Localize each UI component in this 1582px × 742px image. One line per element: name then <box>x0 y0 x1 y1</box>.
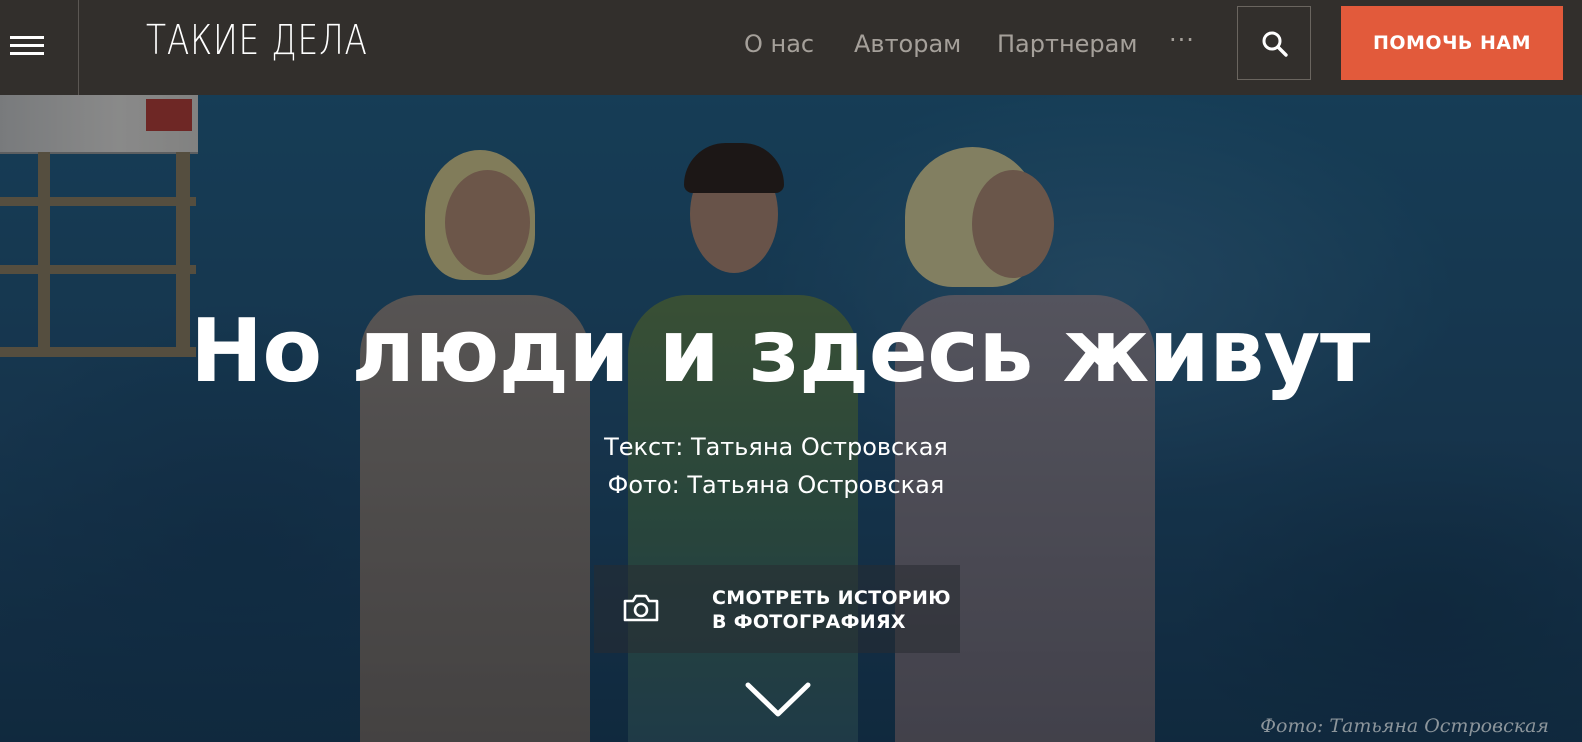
article-title: Но люди и здесь живут <box>190 300 1370 402</box>
view-photo-story-button[interactable]: СМОТРЕТЬ ИСТОРИЮ В ФОТОГРАФИЯХ <box>594 565 960 653</box>
nav-authors[interactable]: Авторам <box>854 30 961 58</box>
site-logo[interactable]: ТАКИЕ ДЕЛА <box>146 16 368 64</box>
nav-about[interactable]: О нас <box>744 30 814 58</box>
chevron-down-icon <box>745 682 811 717</box>
camera-icon <box>623 594 659 622</box>
search-button[interactable] <box>1237 6 1311 80</box>
view-photo-story-label: СМОТРЕТЬ ИСТОРИЮ В ФОТОГРАФИЯХ <box>712 587 951 633</box>
nav-partners[interactable]: Партнерам <box>997 30 1137 58</box>
photo-caption: Фото: Татьяна Островская <box>1260 715 1549 737</box>
search-icon <box>1262 31 1288 57</box>
donate-button[interactable]: ПОМОЧЬ НАМ <box>1341 6 1563 80</box>
scroll-down-button[interactable] <box>745 681 811 723</box>
photo-author-credit: Фото: Татьяна Островская <box>607 471 945 499</box>
text-author-credit: Текст: Татьяна Островская <box>604 433 948 461</box>
menu-button[interactable] <box>0 0 79 95</box>
hero-section: Но люди и здесь живут Текст: Татьяна Ост… <box>0 95 1582 742</box>
nav-more-button[interactable]: ··· <box>1169 26 1195 54</box>
site-header: ТАКИЕ ДЕЛА О нас Авторам Партнерам ··· П… <box>0 0 1582 95</box>
